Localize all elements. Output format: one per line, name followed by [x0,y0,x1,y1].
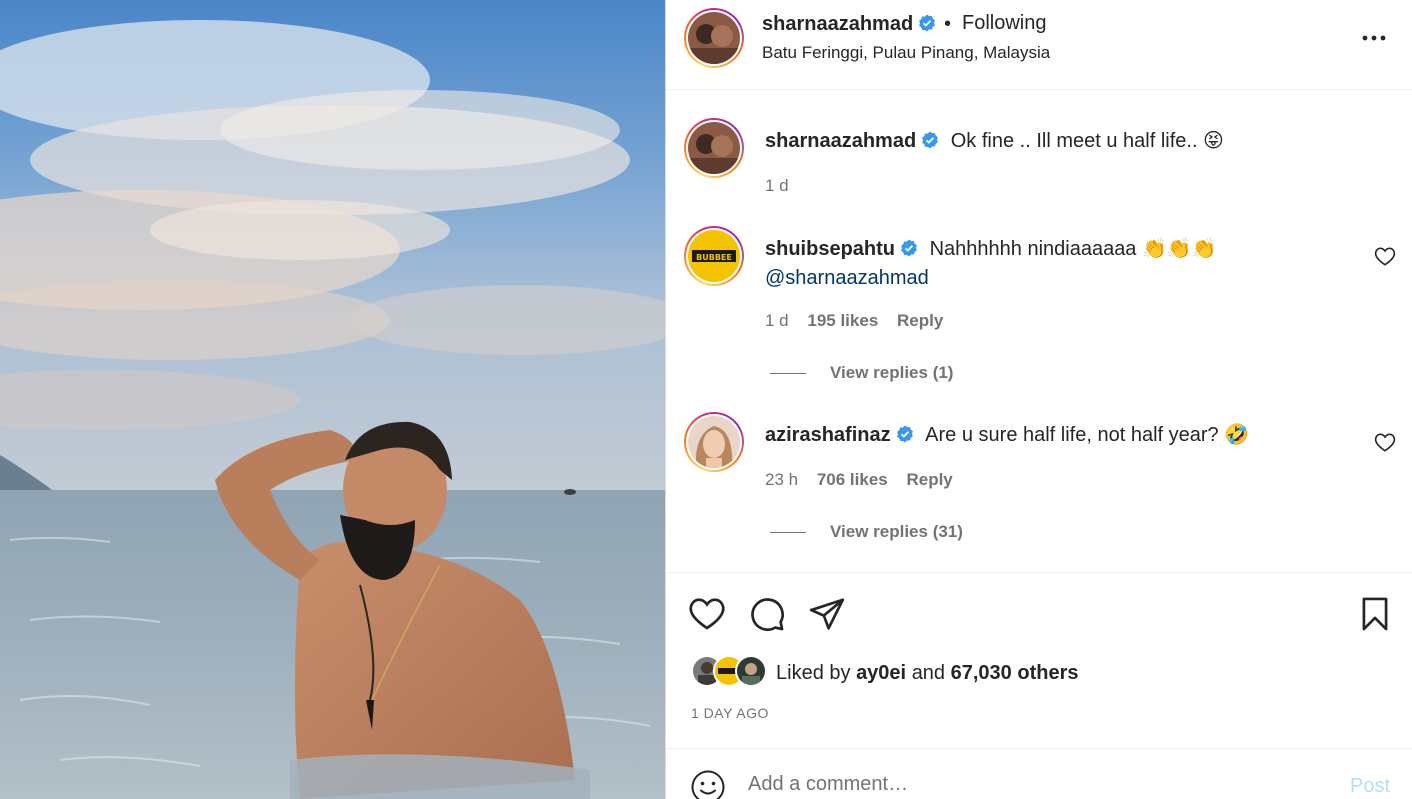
comment-like-heart-icon[interactable] [1374,246,1396,266]
verified-badge-icon [896,424,914,451]
comment-username[interactable]: azirashafinaz [765,424,891,446]
view-replies-button[interactable]: View replies (1) [770,363,953,383]
location-link[interactable]: Batu Feringgi, Pulau Pinang, Malaysia [762,43,1050,63]
comment-meta: 1 d 195 likes Reply [765,311,957,331]
post-header: sharnaazahmad • Following Batu Feringgi,… [666,0,1412,90]
caption-time[interactable]: 1 d [765,176,789,195]
liker-username[interactable]: ay0ei [856,662,906,684]
likes-others-link[interactable]: 67,030 others [951,662,1079,684]
verified-badge-icon [900,238,918,265]
comment-text-row: shuibsepahtu Nahhhhhh nindiaaaaaa 👏👏👏 @s… [765,236,1345,292]
author-username-row[interactable]: sharnaazahmad [762,13,936,38]
commenter-avatar[interactable] [684,412,744,472]
separator-dot: • [944,13,952,35]
view-replies-label: View replies (31) [830,522,963,541]
comment-item: BUBBEE shuibsepahtu Nahhhhhh nindiaaaaaa… [666,226,1412,396]
comment-time[interactable]: 23 h [765,470,798,489]
likes-prefix: Liked by [776,662,851,684]
comment-text-row: azirashafinaz Are u sure half life, not … [765,422,1345,451]
reply-button[interactable]: Reply [906,470,952,489]
comment-username[interactable]: shuibsepahtu [765,238,895,260]
author-username[interactable]: sharnaazahmad [762,13,913,35]
post-photo[interactable] [0,0,665,799]
caption-body: Ok fine .. Ill meet u half life.. 😝 [950,130,1224,152]
post-actions: Liked by ay0ei and 67,030 others 1 DAY A… [666,572,1412,748]
caption: sharnaazahmad Ok fine .. Ill meet u half… [666,118,1412,208]
comment-bubble-icon[interactable] [748,595,786,633]
following-button[interactable]: Following [962,12,1046,35]
view-replies-label: View replies (1) [830,363,954,382]
verified-badge-icon [921,130,939,157]
comment-body: Are u sure half life, not half year? 🤣 [925,424,1250,446]
add-comment-bar: Post [666,748,1412,799]
caption-text-row: sharnaazahmad Ok fine .. Ill meet u half… [765,128,1345,157]
svg-text:BUBBEE: BUBBEE [696,253,732,262]
caption-avatar[interactable] [684,118,744,178]
smiley-icon[interactable] [690,769,726,799]
heart-icon[interactable] [688,595,726,633]
comment-like-heart-icon[interactable] [1374,432,1396,452]
caption-username[interactable]: sharnaazahmad [765,130,916,152]
bookmark-icon[interactable] [1356,595,1394,633]
post-side-panel: sharnaazahmad • Following Batu Feringgi,… [665,0,1412,799]
author-avatar[interactable] [684,8,744,68]
replies-divider [770,532,806,534]
mention-link[interactable]: @sharnaazahmad [765,267,929,289]
liker-avatar[interactable] [735,655,767,687]
caption-meta: 1 d [765,176,803,196]
likes-joiner: and [911,662,946,684]
comment-meta: 23 h 706 likes Reply [765,470,967,490]
reply-button[interactable]: Reply [897,311,943,330]
more-options-icon[interactable] [1356,28,1392,48]
replies-divider [770,373,806,375]
commenter-avatar[interactable]: BUBBEE [684,226,744,286]
add-comment-input[interactable] [748,773,1308,796]
post-comment-button[interactable]: Post [1350,775,1390,798]
comment-likes[interactable]: 706 likes [817,470,888,489]
likes-summary: Liked by ay0ei and 67,030 others [776,662,1078,685]
comment-item: azirashafinaz Are u sure half life, not … [666,412,1412,562]
post-timestamp[interactable]: 1 DAY AGO [691,705,769,721]
share-paper-plane-icon[interactable] [808,595,846,633]
comment-likes[interactable]: 195 likes [807,311,878,330]
verified-badge-icon [918,14,936,38]
view-replies-button[interactable]: View replies (31) [770,522,963,542]
comment-body: Nahhhhhh nindiaaaaaa 👏👏👏 [929,238,1217,260]
comment-time[interactable]: 1 d [765,311,789,330]
